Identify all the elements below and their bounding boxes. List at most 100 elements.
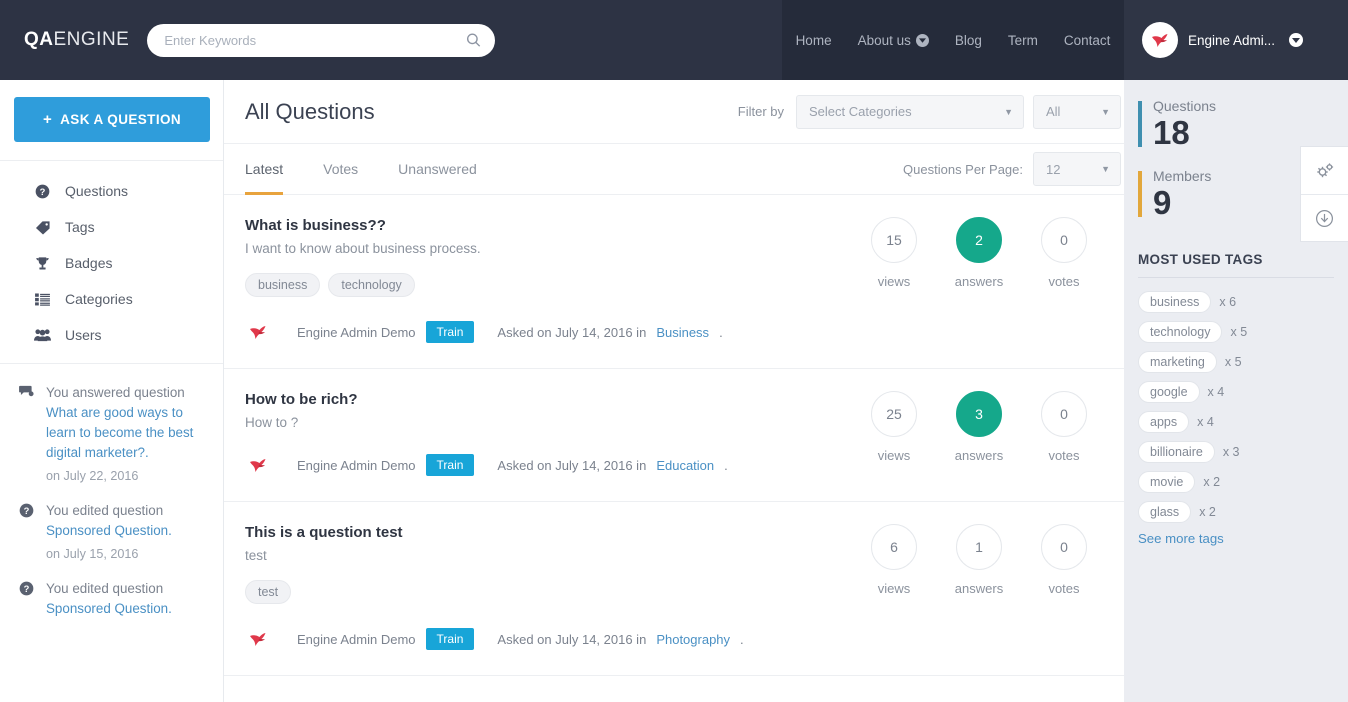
main-content: All Questions Filter by Select Categorie… <box>224 80 1124 702</box>
status-badge[interactable]: Train <box>425 321 475 343</box>
votes-count: 0 <box>1041 217 1087 263</box>
tag-name[interactable]: google <box>1138 380 1200 403</box>
most-used-tags-list: business x 6 technology x 5 marketing x … <box>1124 278 1348 546</box>
question-excerpt: How to ? <box>245 415 299 430</box>
tab-latest[interactable]: Latest <box>245 144 284 195</box>
tag-name[interactable]: apps <box>1138 410 1190 433</box>
search-input[interactable] <box>147 23 496 57</box>
tag-row: movie x 2 <box>1138 470 1334 493</box>
question-title[interactable]: How to be rich? <box>245 391 839 408</box>
question-stats: 6 views 1 answers 0 votes <box>859 524 1124 653</box>
per-page-control: Questions Per Page: 12 ▼ <box>903 152 1124 186</box>
sidebar-item-label: Categories <box>65 291 133 307</box>
asked-prefix: Asked on July 14, 2016 in <box>497 457 647 473</box>
filter-bar: Filter by Select Categories ▼ All ▼ <box>738 94 1124 129</box>
tag-row: business x 6 <box>1138 290 1334 313</box>
question-category-link[interactable]: Business <box>656 325 709 340</box>
tab-unanswered[interactable]: Unanswered <box>398 144 477 195</box>
views-label: views <box>877 274 911 289</box>
sidebar-item-label: Badges <box>65 255 113 271</box>
tag-name[interactable]: marketing <box>1138 350 1217 373</box>
tag-name[interactable]: billionaire <box>1138 440 1215 463</box>
search-icon[interactable] <box>466 33 481 48</box>
nav-item-term[interactable]: Term <box>995 33 1051 48</box>
votes-count: 0 <box>1041 524 1087 570</box>
ask-a-question-button[interactable]: + ASK A QUESTION <box>14 97 210 142</box>
stat-name: Questions <box>1153 98 1217 114</box>
question-meta: Engine Admin Demo Train Asked on July 14… <box>245 318 839 346</box>
sidebar-item-users[interactable]: Users <box>0 317 223 353</box>
tag-count: x 4 <box>1197 414 1214 429</box>
gears-icon[interactable] <box>1301 147 1348 194</box>
nav-label: Blog <box>954 32 982 48</box>
activity-date: on July 22, 2016 <box>46 469 139 483</box>
status-badge[interactable]: Train <box>425 454 475 476</box>
question-tag[interactable]: technology <box>328 273 415 297</box>
question-title[interactable]: This is a question test <box>245 524 839 541</box>
question-body: What is business?? I want to know about … <box>245 217 859 346</box>
download-circle-icon[interactable] <box>1301 194 1348 241</box>
all-select[interactable]: All ▼ <box>1033 94 1121 129</box>
question-category-link[interactable]: Photography <box>656 632 730 647</box>
question-tag[interactable]: business <box>245 273 321 297</box>
nav-item-about-us[interactable]: About us <box>845 33 942 48</box>
sidebar-item-questions[interactable]: ? Questions <box>0 173 223 209</box>
per-page-select[interactable]: 12 ▼ <box>1033 152 1121 186</box>
question-title[interactable]: What is business?? <box>245 217 839 234</box>
user-menu[interactable]: Engine Admi... <box>1124 0 1348 80</box>
tag-name[interactable]: technology <box>1138 320 1223 343</box>
nav-item-blog[interactable]: Blog <box>942 33 995 48</box>
stat-answers: 2 answers <box>944 217 1014 346</box>
tag-row: apps x 4 <box>1138 410 1334 433</box>
nav-item-home[interactable]: Home <box>783 33 845 48</box>
activity-text: You answered question What are good ways… <box>46 383 207 486</box>
question-excerpt: test <box>245 548 267 563</box>
sidebar-nav: ? Questions Tags Badges Categories Users <box>0 161 223 364</box>
tag-count: x 3 <box>1222 444 1240 459</box>
svg-text:?: ? <box>24 584 30 594</box>
tab-label: Votes <box>323 161 359 177</box>
question-tag[interactable]: test <box>245 580 292 604</box>
tag-name[interactable]: business <box>1138 290 1212 313</box>
tag-name[interactable]: glass <box>1138 500 1192 523</box>
see-more-tags-link[interactable]: See more tags <box>1138 531 1334 546</box>
nav-label: Term <box>1007 32 1038 48</box>
question-row: How to be rich? How to ? Engine Admin De… <box>224 369 1124 502</box>
question-author[interactable]: Engine Admin Demo <box>297 458 416 473</box>
question-stats: 25 views 3 answers 0 votes <box>859 391 1124 479</box>
tag-name[interactable]: movie <box>1138 470 1196 493</box>
category-select[interactable]: Select Categories ▼ <box>796 94 1024 129</box>
status-badge[interactable]: Train <box>425 628 475 650</box>
chevron-down-icon[interactable] <box>1289 33 1304 47</box>
activity-link[interactable]: Sponsored Question. <box>46 521 172 541</box>
search-container <box>147 23 496 57</box>
question-meta: Engine Admin Demo Train Asked on July 14… <box>245 625 839 653</box>
trophy-icon <box>34 256 51 271</box>
votes-count: 0 <box>1041 391 1087 437</box>
activity-link[interactable]: Sponsored Question. <box>46 599 172 619</box>
tab-votes[interactable]: Votes <box>323 144 358 195</box>
tab-label: Unanswered <box>398 161 477 177</box>
question-meta: Engine Admin Demo Train Asked on July 14… <box>245 451 839 479</box>
votes-label: votes <box>1048 448 1080 463</box>
left-sidebar: + ASK A QUESTION ? Questions Tags Badges… <box>0 80 224 702</box>
sidebar-item-badges[interactable]: Badges <box>0 245 223 281</box>
nav-item-contact[interactable]: Contact <box>1051 33 1124 48</box>
question-author[interactable]: Engine Admin Demo <box>297 325 416 340</box>
nav-label: Home <box>795 32 832 48</box>
site-logo[interactable]: QAENGINE <box>24 29 129 51</box>
tag-count: x 5 <box>1224 354 1242 369</box>
sidebar-item-tags[interactable]: Tags <box>0 209 223 245</box>
chevron-down-icon: ▼ <box>1004 106 1013 117</box>
sidebar-item-categories[interactable]: Categories <box>0 281 223 317</box>
bird-avatar-icon <box>245 625 273 653</box>
sidebar-item-label: Questions <box>65 183 129 199</box>
answers-count: 3 <box>956 391 1002 437</box>
activity-lead: You answered question <box>46 385 185 400</box>
question-category-link[interactable]: Education <box>656 458 714 473</box>
activity-link[interactable]: What are good ways to learn to become th… <box>46 403 207 463</box>
question-circle-icon: ? <box>18 501 35 564</box>
question-excerpt: I want to know about business process. <box>245 241 481 256</box>
chevron-down-icon[interactable] <box>915 33 929 47</box>
question-author[interactable]: Engine Admin Demo <box>297 632 416 647</box>
